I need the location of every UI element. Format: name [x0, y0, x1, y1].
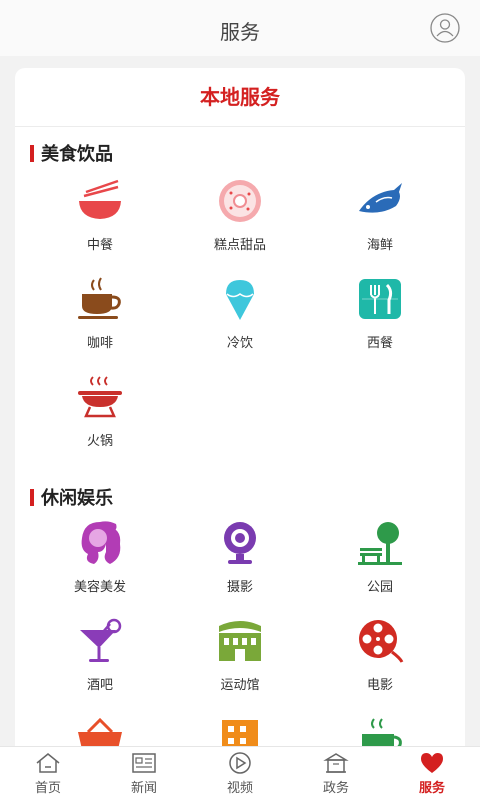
- tab-label: 首页: [34, 781, 61, 796]
- park-icon: [358, 522, 402, 565]
- service-item-western-food[interactable]: 西餐: [320, 276, 440, 351]
- item-label: 咖啡: [86, 336, 113, 351]
- tab-label: 视频: [226, 781, 253, 796]
- item-label: 公园: [366, 580, 393, 595]
- ice-cream-icon: [226, 280, 254, 320]
- service-item-bar[interactable]: 酒吧: [40, 618, 160, 693]
- section-title-text: 休闲娱乐: [41, 488, 113, 509]
- cocktail-icon: [80, 618, 122, 662]
- camera-icon: [224, 522, 256, 564]
- item-label: 美容美发: [73, 580, 126, 595]
- tab-label: 服务: [418, 781, 445, 796]
- service-item-cinema[interactable]: 电影: [320, 618, 440, 693]
- item-label: 火锅: [86, 434, 113, 449]
- item-label: 电影: [366, 678, 393, 693]
- hair-beauty-icon: [81, 521, 121, 564]
- item-label: 西餐: [366, 336, 393, 351]
- donut-icon: [219, 180, 261, 222]
- fish-icon: [359, 183, 402, 213]
- coffee-cup-icon: [78, 277, 121, 319]
- service-item-pastry[interactable]: 糕点甜品: [180, 178, 300, 253]
- service-item-hotpot[interactable]: 火锅: [40, 374, 160, 449]
- heart-icon: [421, 753, 443, 773]
- service-item-park[interactable]: 公园: [320, 520, 440, 595]
- service-item-photography[interactable]: 摄影: [180, 520, 300, 595]
- service-item-seafood[interactable]: 海鲜: [320, 178, 440, 253]
- tab-video[interactable]: 视频: [200, 751, 280, 796]
- service-item-beauty-salon[interactable]: 美容美发: [40, 520, 160, 595]
- tab-label: 政务: [322, 781, 349, 796]
- film-reel-icon: [359, 620, 404, 663]
- bottom-tab-bar: 首页 新闻 视频 政务 服务: [0, 746, 480, 801]
- service-item-chinese-food[interactable]: 中餐: [40, 178, 160, 253]
- top-bar: 服务: [0, 0, 480, 56]
- item-label: 糕点甜品: [213, 238, 266, 253]
- video-icon: [229, 752, 251, 774]
- item-label: 冷饮: [226, 336, 253, 351]
- fork-knife-icon: [359, 279, 401, 319]
- card-title: 本地服务: [15, 68, 465, 127]
- news-icon: [132, 753, 156, 773]
- home-icon: [36, 753, 60, 773]
- section-title-text: 美食饮品: [41, 144, 113, 165]
- item-label: 酒吧: [86, 678, 113, 693]
- service-item-sports-venue[interactable]: 运动馆: [180, 618, 300, 693]
- section-title-food: 美食饮品: [30, 140, 113, 166]
- page-title: 服务: [220, 20, 260, 44]
- item-label: 摄影: [226, 580, 253, 595]
- local-services-card: 本地服务 美食饮品 中餐 糕点甜品 海鲜 咖啡 冷饮 西餐 火锅 休闲娱乐 美容…: [15, 68, 465, 768]
- tab-home[interactable]: 首页: [8, 751, 88, 796]
- section-marker: [30, 489, 34, 506]
- service-item-cold-drinks[interactable]: 冷饮: [180, 276, 300, 351]
- tab-government[interactable]: 政务: [296, 751, 376, 796]
- item-label: 海鲜: [366, 238, 393, 253]
- stadium-icon: [219, 621, 261, 661]
- bowl-chopsticks-icon: [79, 179, 121, 219]
- hotpot-icon: [78, 376, 122, 418]
- government-icon: [323, 753, 349, 773]
- tab-label: 新闻: [130, 781, 157, 796]
- tab-news[interactable]: 新闻: [104, 751, 184, 796]
- tab-services[interactable]: 服务: [392, 751, 472, 796]
- section-marker: [30, 145, 34, 162]
- item-label: 运动馆: [220, 678, 260, 693]
- user-icon[interactable]: [430, 13, 460, 43]
- service-item-coffee[interactable]: 咖啡: [40, 276, 160, 351]
- item-label: 中餐: [86, 238, 113, 253]
- section-title-leisure: 休闲娱乐: [30, 484, 113, 510]
